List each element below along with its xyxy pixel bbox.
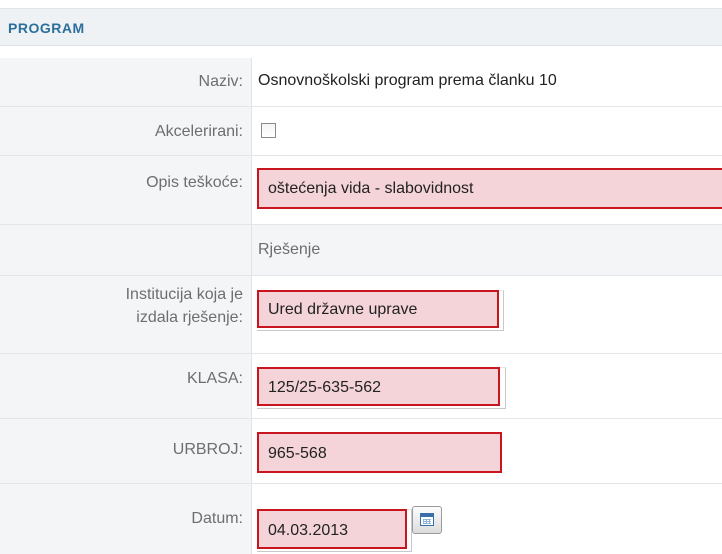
datepicker-button[interactable] [412,506,442,534]
naziv-label: Naziv: [198,73,243,90]
urbroj-label: URBROJ: [172,441,243,458]
datum-label: Datum: [191,510,243,527]
section-title: PROGRAM [8,20,85,36]
row-datum: Datum: 04.03.2013 [0,484,722,554]
institucija-label-line1: Institucija koja je [125,286,243,303]
institucija-label-line2: izdala rješenje: [136,309,243,326]
row-urbroj: URBROJ: 965-568 [0,419,722,484]
datum-input[interactable]: 04.03.2013 [257,509,407,549]
opis-input[interactable]: oštećenja vida - slabovidnost [257,168,722,209]
row-naziv: Naziv: Osnovnoškolski program prema član… [0,58,722,107]
naziv-value: Osnovnoškolski program prema članku 10 [258,72,557,89]
opis-label: Opis teškoće: [146,174,243,191]
klasa-label: KLASA: [186,370,243,387]
row-institucija: Institucija koja je izdala rješenje: Ure… [0,276,722,354]
akcelerirani-label: Akcelerirani: [154,123,243,140]
section-header: PROGRAM [0,8,722,46]
row-akcelerirani: Akcelerirani: [0,107,722,156]
row-rjesenje: Rješenje [0,225,722,276]
rjesenje-heading: Rješenje [258,241,321,258]
row-opis: Opis teškoće: oštećenja vida - slabovidn… [0,156,722,225]
calendar-icon [420,513,434,526]
akcelerirani-checkbox[interactable] [261,123,276,138]
klasa-input[interactable]: 125/25-635-562 [257,367,500,406]
institucija-input[interactable]: Ured državne uprave [257,290,499,328]
urbroj-input[interactable]: 965-568 [257,432,502,473]
row-klasa: KLASA: 125/25-635-562 [0,354,722,419]
program-panel: PROGRAM Naziv: Osnovnoškolski program pr… [0,0,722,554]
